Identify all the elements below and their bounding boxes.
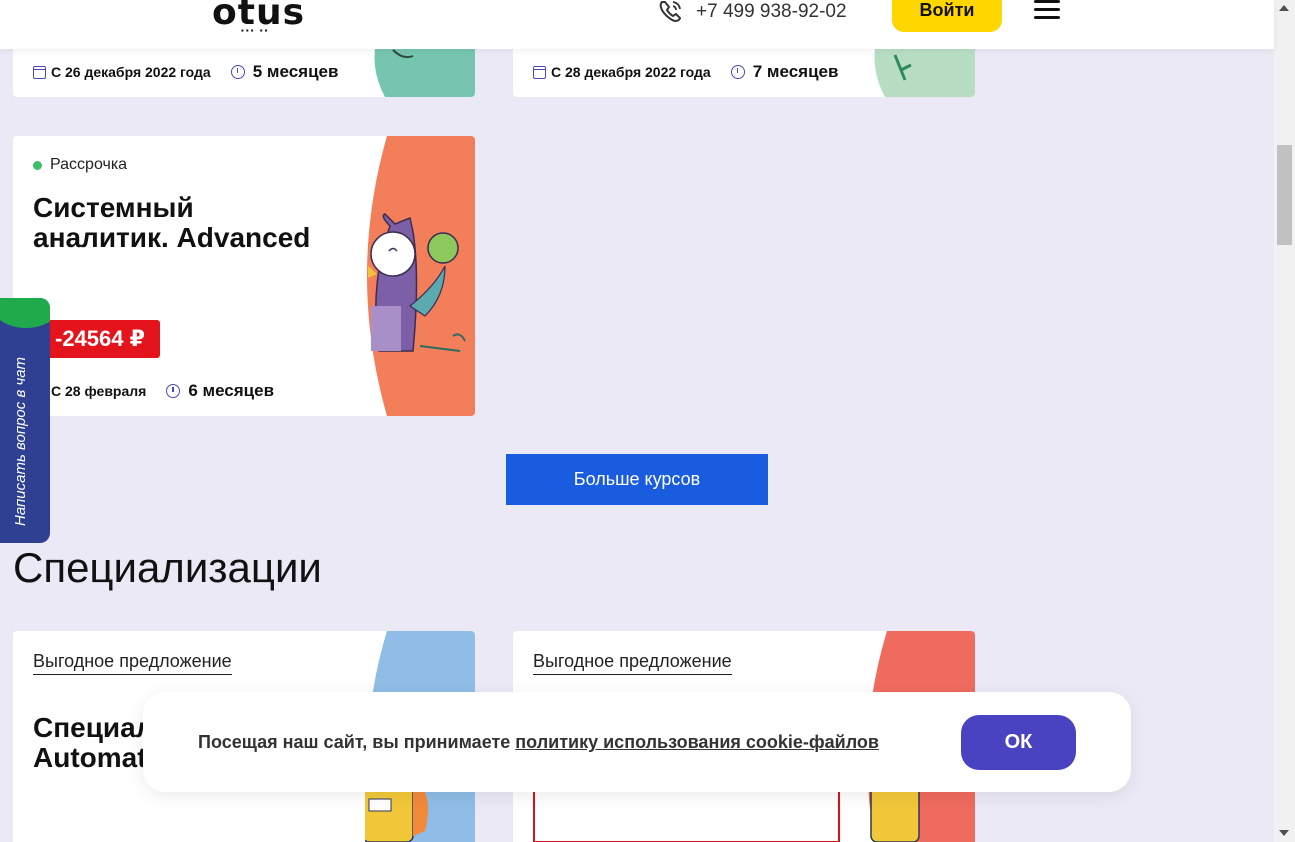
login-button[interactable]: Войти	[892, 0, 1002, 32]
cookie-policy-link[interactable]: политику использования cookie-файлов	[515, 732, 879, 752]
installment-label: Рассрочка	[50, 156, 128, 173]
course-meta: С 26 декабря 2022 года 5 месяцев	[33, 62, 338, 82]
course-duration: 5 месяцев	[252, 62, 339, 81]
scroll-down-arrow-icon[interactable]	[1279, 830, 1289, 836]
clock-icon	[730, 65, 745, 79]
site-header: otus ▪▪▪ ▪▪ +7 499 938-92-02 Войти	[0, 0, 1274, 49]
chat-widget-tab[interactable]: Написать вопрос в чат	[0, 298, 50, 543]
course-title-line2: аналитик. Advanced	[33, 222, 311, 253]
chat-tab-label: Написать вопрос в чат	[12, 356, 29, 526]
course-start-date: С 26 декабря 2022 года	[51, 64, 211, 80]
course-title[interactable]: Системный аналитик. Advanced	[33, 193, 310, 253]
calendar-icon	[33, 65, 46, 79]
specialization-title[interactable]: Специал Automat	[33, 713, 154, 773]
offer-link[interactable]: Выгодное предложение	[33, 651, 232, 675]
scroll-up-arrow-icon[interactable]	[1279, 5, 1289, 11]
course-meta: С 28 декабря 2022 года 7 месяцев	[533, 62, 838, 82]
cookie-banner: Посещая наш сайт, вы принимаете политику…	[143, 692, 1131, 792]
cookie-ok-button[interactable]: ОК	[961, 715, 1076, 770]
spec-title-line1: Специал	[33, 712, 154, 743]
spec-title-line2: Automat	[33, 742, 147, 773]
green-dot-icon	[33, 160, 42, 170]
calendar-icon	[533, 65, 546, 79]
phone-icon[interactable]	[656, 0, 686, 26]
scroll-thumb[interactable]	[1277, 145, 1292, 245]
menu-icon[interactable]	[1034, 0, 1060, 20]
chat-badge-decoration	[0, 298, 50, 328]
phone-number[interactable]: +7 499 938-92-02	[696, 1, 847, 23]
course-card-system-analyst[interactable]: Рассрочка Системный аналитик. Advanced -…	[13, 136, 475, 416]
course-title-line1: Системный	[33, 192, 194, 223]
owl-illustration	[367, 136, 475, 416]
section-title-specializations: Специализации	[13, 544, 322, 591]
cookie-message: Посещая наш сайт, вы принимаете	[198, 732, 516, 752]
cookie-text: Посещая наш сайт, вы принимаете политику…	[198, 732, 879, 753]
clock-icon	[166, 384, 181, 398]
price-frame	[533, 791, 840, 842]
course-meta: С 28 февраля 6 месяцев	[33, 381, 274, 401]
scrollbar[interactable]	[1274, 0, 1295, 842]
installment-tag: Рассрочка	[33, 156, 127, 174]
course-start-date: С 28 декабря 2022 года	[551, 64, 711, 80]
logo-dots-decoration: ▪▪▪ ▪▪	[241, 26, 270, 35]
more-courses-button[interactable]: Больше курсов	[506, 454, 768, 505]
course-start-date: С 28 февраля	[51, 383, 147, 399]
clock-icon	[230, 65, 245, 79]
offer-link[interactable]: Выгодное предложение	[533, 651, 732, 675]
course-duration: 6 месяцев	[188, 381, 275, 400]
course-duration: 7 месяцев	[752, 62, 839, 81]
